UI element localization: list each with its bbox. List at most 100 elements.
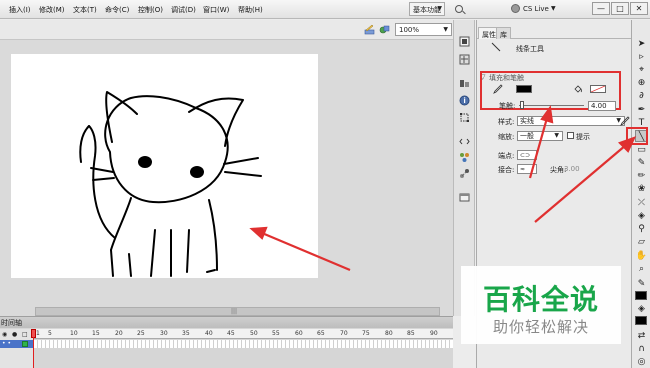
components-icon[interactable]	[459, 152, 470, 163]
scale-select[interactable]: 一般 ▼	[517, 131, 563, 141]
snap-icon[interactable]: ∩	[635, 343, 648, 355]
frame-number: 25	[137, 330, 145, 337]
watermark-title: 百科全说	[482, 283, 599, 316]
watermark-subtitle: 助你轻松解决	[492, 318, 589, 336]
playhead[interactable]	[31, 329, 36, 368]
stage-toolbar: 100% ▼	[0, 20, 453, 40]
stroke-color-icon[interactable]: ✎	[635, 278, 648, 290]
zoom-select[interactable]: 100% ▼	[395, 23, 452, 36]
smooth-icon[interactable]: ◎	[635, 356, 648, 368]
edit-stroke-style-icon[interactable]	[620, 116, 630, 126]
style-select[interactable]: 实线 ▼	[517, 116, 625, 126]
minimize-button[interactable]: —	[592, 2, 610, 15]
stroke-color-well[interactable]	[635, 291, 647, 300]
lasso-icon[interactable]: ∂	[635, 90, 648, 102]
lock-icon[interactable]: ●	[12, 331, 17, 338]
fill-color-well[interactable]	[635, 316, 647, 325]
scroll-grip-icon[interactable]: |||	[231, 308, 237, 315]
stroke-slider-thumb[interactable]	[520, 101, 524, 109]
scale-label: 缩放:	[498, 133, 515, 141]
chevron-down-icon: ▼	[554, 132, 559, 139]
stroke-size-input[interactable]: 4.00	[588, 101, 616, 111]
text-icon[interactable]: T	[635, 117, 648, 129]
cs-live-label[interactable]: CS Live	[523, 5, 549, 13]
frame-number: 70	[340, 330, 348, 337]
zoom-icon[interactable]: ⌕	[635, 263, 648, 275]
frame-number: 85	[407, 330, 415, 337]
stroke-color-swatch[interactable]	[516, 85, 532, 93]
scale-value: 一般	[520, 132, 534, 140]
miter-value[interactable]: 3.00	[564, 165, 580, 173]
frame-ruler[interactable]: 1 5 10 15 20 25 30 35 40 45 50 55 60 65 …	[34, 329, 453, 339]
cat-drawing	[79, 91, 262, 277]
menu-commands[interactable]: 命令(C)	[105, 5, 129, 15]
fill-color-swatch[interactable]	[590, 85, 606, 93]
swap-colors-icon[interactable]: ⇄	[635, 330, 648, 342]
horizontal-scrollbar[interactable]: |||	[35, 307, 440, 316]
eraser-icon[interactable]: ▱	[635, 236, 648, 248]
cap-label: 端点:	[498, 152, 515, 160]
layer-color-swatch[interactable]	[22, 341, 28, 347]
menu-window[interactable]: 窗口(W)	[203, 5, 229, 15]
motion-presets-icon[interactable]	[459, 168, 470, 179]
rectangle-icon[interactable]: ▭	[635, 144, 648, 156]
chevron-down-icon: ▼	[443, 26, 448, 33]
brush-icon[interactable]: ✏	[635, 170, 648, 182]
workspace-switcher[interactable]: 基本功能 ▼	[409, 2, 445, 16]
swatches-icon[interactable]	[459, 54, 470, 65]
color-icon[interactable]	[459, 36, 470, 47]
outline-icon[interactable]: □	[22, 331, 28, 338]
menu-modify[interactable]: 修改(M)	[39, 5, 65, 15]
line-tool-icon	[491, 42, 501, 52]
hint-checkbox[interactable]	[567, 132, 574, 139]
frame-number: 5	[48, 330, 52, 337]
bone-icon[interactable]: ⤫	[635, 197, 648, 209]
zoom-value: 100%	[399, 26, 420, 34]
frame-number: 30	[160, 330, 168, 337]
menu-insert[interactable]: 插入(I)	[9, 5, 31, 15]
menu-control[interactable]: 控制(O)	[138, 5, 163, 15]
3d-rotation-icon[interactable]: ⊕	[635, 77, 648, 89]
code-snippets-icon[interactable]	[459, 136, 470, 147]
subselection-icon[interactable]: ▹	[635, 51, 648, 63]
selection-icon[interactable]: ➤	[635, 38, 648, 50]
maximize-button[interactable]: □	[611, 2, 629, 15]
pencil-icon[interactable]: ✎	[635, 157, 648, 169]
free-transform-icon[interactable]: ⌖	[635, 64, 648, 76]
tab-library[interactable]: 库	[496, 27, 511, 39]
chevron-down-icon[interactable]: ▼	[551, 5, 556, 12]
search-icon[interactable]	[455, 5, 463, 13]
menu-help[interactable]: 帮助(H)	[238, 5, 263, 15]
transform-icon[interactable]	[459, 112, 470, 123]
eye-icon[interactable]: ◉	[2, 331, 7, 338]
frame-number: 90	[430, 330, 438, 337]
frame-number: 65	[317, 330, 325, 337]
project-icon[interactable]	[459, 192, 470, 203]
pencil-icon	[493, 84, 503, 94]
pen-icon[interactable]: ✒	[635, 104, 648, 116]
info-icon[interactable]	[459, 95, 470, 106]
cap-select[interactable]: ⊂⊃	[517, 150, 537, 160]
paint-bucket-icon	[574, 85, 582, 93]
frame-track[interactable]	[34, 340, 453, 348]
frame-number: 20	[115, 330, 123, 337]
deco-icon[interactable]: ❀	[635, 183, 648, 195]
join-select[interactable]: ≈	[517, 164, 537, 174]
align-icon[interactable]	[459, 78, 470, 89]
stage-canvas[interactable]	[11, 54, 318, 278]
hand-icon[interactable]: ✋	[635, 250, 648, 262]
tool-name: 线条工具	[516, 45, 544, 53]
line-tool-icon[interactable]: ╲	[635, 130, 648, 142]
close-button[interactable]: ✕	[630, 2, 648, 15]
frame-number: 75	[362, 330, 370, 337]
edit-scene-icon[interactable]	[364, 24, 375, 35]
menu-debug[interactable]: 调试(D)	[171, 5, 196, 15]
edit-symbol-icon[interactable]	[379, 24, 390, 35]
stroke-slider-track[interactable]	[519, 105, 584, 106]
eyedropper-icon[interactable]: ⚲	[635, 223, 648, 235]
paint-bucket-icon[interactable]: ◈	[635, 210, 648, 222]
layer-row[interactable]: • •	[0, 340, 34, 348]
menu-text[interactable]: 文本(T)	[73, 5, 97, 15]
fill-color-icon[interactable]: ◈	[635, 303, 648, 315]
timeline-title[interactable]: 时间轴	[1, 318, 22, 328]
